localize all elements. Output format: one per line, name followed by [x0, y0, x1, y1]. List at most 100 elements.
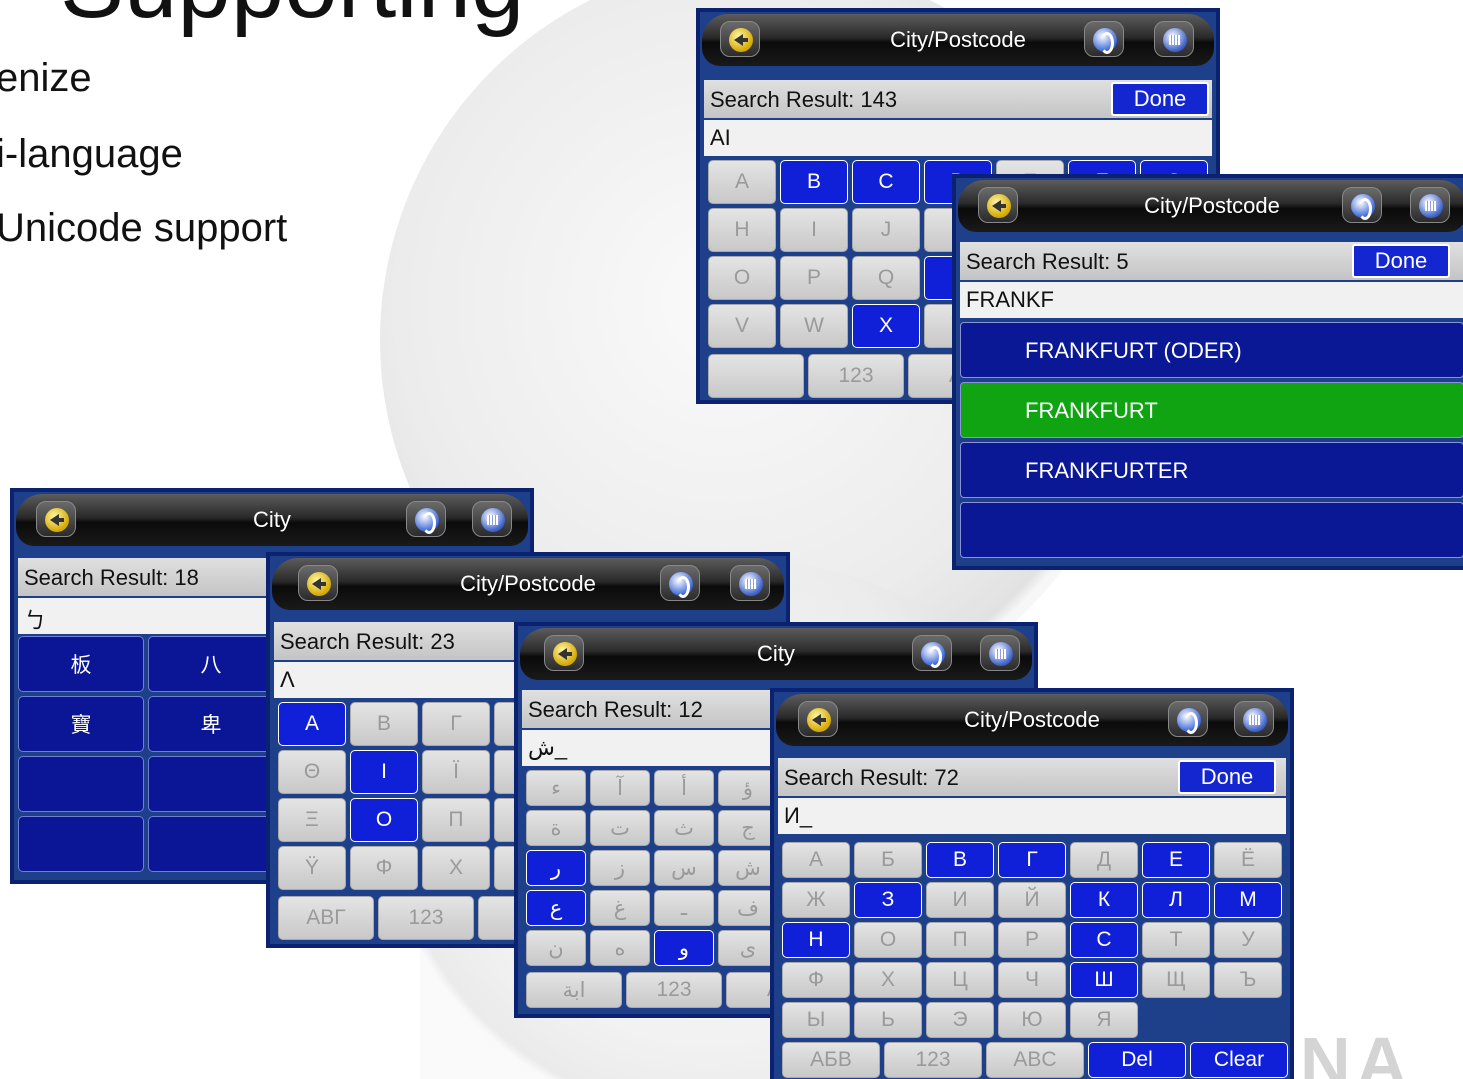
key[interactable]: ش [718, 850, 778, 886]
mode-key[interactable]: ABC [986, 1042, 1084, 1078]
key[interactable]: ف [718, 890, 778, 926]
key[interactable]: Я [1070, 1002, 1138, 1038]
key[interactable]: Ч [998, 962, 1066, 998]
mode-key[interactable]: ΑΒΓ [278, 896, 374, 940]
key[interactable]: ز [590, 850, 650, 886]
key[interactable]: Л [1142, 882, 1210, 918]
navigation-logo-button[interactable] [406, 501, 446, 537]
key[interactable]: Ъ [1214, 962, 1282, 998]
key[interactable]: ت [590, 810, 650, 846]
key[interactable]: آ [590, 770, 650, 806]
key[interactable]: Θ [278, 750, 346, 794]
key[interactable]: Е [1142, 842, 1210, 878]
key[interactable]: М [1214, 882, 1282, 918]
mode-key[interactable] [708, 354, 804, 398]
key[interactable]: P [780, 256, 848, 300]
key[interactable]: I [350, 750, 418, 794]
key[interactable]: ث [654, 810, 714, 846]
key[interactable]: Ξ [278, 798, 346, 842]
key[interactable]: ج [718, 810, 778, 846]
key[interactable]: Д [1070, 842, 1138, 878]
key[interactable]: К [1070, 882, 1138, 918]
key[interactable]: Н [782, 922, 850, 958]
key[interactable]: Г [998, 842, 1066, 878]
key[interactable]: Ϊ [422, 750, 490, 794]
key[interactable]: У [1214, 922, 1282, 958]
key[interactable]: ؤ [718, 770, 778, 806]
key[interactable]: B [350, 702, 418, 746]
key[interactable]: Γ [422, 702, 490, 746]
key[interactable]: O [708, 256, 776, 300]
key[interactable]: B [780, 160, 848, 204]
key[interactable]: ى [718, 930, 778, 966]
key[interactable]: Ш [1070, 962, 1138, 998]
key[interactable]: Ф [782, 962, 850, 998]
key[interactable]: I [780, 208, 848, 252]
mode-key[interactable]: 123 [884, 1042, 982, 1078]
done-button[interactable]: Done [1352, 244, 1450, 278]
key[interactable]: ء [526, 770, 586, 806]
key[interactable]: Э [926, 1002, 994, 1038]
navigation-logo-button[interactable] [1084, 21, 1124, 57]
key[interactable]: غ [590, 890, 650, 926]
keyboard-button[interactable] [1234, 701, 1274, 737]
key[interactable]: O [350, 798, 418, 842]
key[interactable]: Π [422, 798, 490, 842]
delete-button[interactable]: Del [1088, 1042, 1186, 1078]
key[interactable]: О [854, 922, 922, 958]
result-list-item[interactable]: FRANKFURTER [960, 442, 1463, 498]
key[interactable] [18, 756, 144, 812]
key[interactable]: X [852, 304, 920, 348]
key[interactable]: Ё [1214, 842, 1282, 878]
navigation-logo-button[interactable] [1342, 187, 1382, 223]
key[interactable]: ر [526, 850, 586, 886]
key[interactable]: J [852, 208, 920, 252]
key[interactable]: H [708, 208, 776, 252]
key[interactable]: A [708, 160, 776, 204]
key[interactable]: Х [854, 962, 922, 998]
key[interactable]: Φ [350, 846, 418, 890]
key[interactable]: أ [654, 770, 714, 806]
key[interactable]: 卑 [148, 696, 274, 752]
result-list-item[interactable]: FRANKFURT (ODER) [960, 322, 1463, 378]
keyboard-button[interactable] [1154, 21, 1194, 57]
mode-key[interactable]: 123 [378, 896, 474, 940]
key[interactable]: 八 [148, 636, 274, 692]
mode-key[interactable]: 123 [808, 354, 904, 398]
key[interactable] [148, 816, 274, 872]
key[interactable]: С [1070, 922, 1138, 958]
keyboard-button[interactable] [730, 565, 770, 601]
mode-key[interactable]: 123 [626, 972, 722, 1008]
key[interactable]: ع [526, 890, 586, 926]
key[interactable]: Ц [926, 962, 994, 998]
result-list-item[interactable] [960, 502, 1463, 558]
key[interactable]: 板 [18, 636, 144, 692]
key[interactable]: А [782, 842, 850, 878]
navigation-logo-button[interactable] [912, 635, 952, 671]
mode-key[interactable]: АБВ [782, 1042, 880, 1078]
key[interactable]: Т [1142, 922, 1210, 958]
key[interactable]: و [654, 930, 714, 966]
keyboard-button[interactable] [1410, 187, 1450, 223]
key[interactable]: W [780, 304, 848, 348]
key[interactable]: ـ [654, 890, 714, 926]
keyboard-button[interactable] [980, 635, 1020, 671]
key[interactable]: Ы [782, 1002, 850, 1038]
key[interactable]: Й [998, 882, 1066, 918]
mode-key[interactable]: ابة [526, 972, 622, 1008]
key[interactable]: И [926, 882, 994, 918]
navigation-logo-button[interactable] [660, 565, 700, 601]
key[interactable] [18, 816, 144, 872]
key[interactable]: Q [852, 256, 920, 300]
key[interactable]: Ж [782, 882, 850, 918]
navigation-logo-button[interactable] [1168, 701, 1208, 737]
key[interactable]: З [854, 882, 922, 918]
key[interactable]: س [654, 850, 714, 886]
key[interactable]: Ϋ [278, 846, 346, 890]
search-input[interactable]: FRANKF [960, 282, 1463, 318]
key[interactable]: Р [998, 922, 1066, 958]
key[interactable]: A [278, 702, 346, 746]
key[interactable]: Б [854, 842, 922, 878]
result-list-item[interactable]: FRANKFURT [960, 382, 1463, 438]
key[interactable]: X [422, 846, 490, 890]
